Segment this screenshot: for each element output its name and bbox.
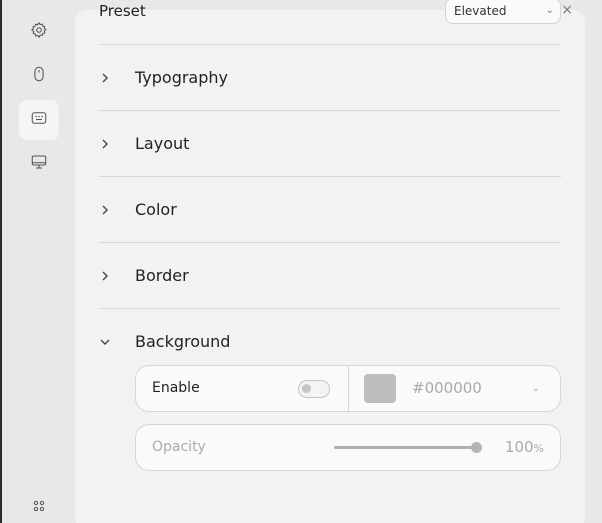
opacity-label: Opacity bbox=[152, 439, 206, 455]
chevron-right-icon bbox=[99, 111, 111, 177]
monitor-icon bbox=[30, 153, 48, 175]
sidebar-item-mouse[interactable] bbox=[19, 56, 59, 96]
opacity-value: 100% bbox=[504, 438, 544, 456]
section-typography[interactable]: Typography bbox=[99, 45, 561, 111]
chevron-down-icon[interactable]: ⌄ bbox=[532, 366, 540, 411]
background-enable-card: Enable #000000 ⌄ bbox=[135, 365, 561, 412]
section-title: Typography bbox=[135, 68, 228, 87]
opacity-slider[interactable] bbox=[334, 442, 482, 453]
chevron-right-icon bbox=[99, 45, 111, 111]
divider bbox=[348, 366, 349, 411]
section-color[interactable]: Color bbox=[99, 177, 561, 243]
preset-select[interactable]: Elevated ⌄ bbox=[445, 0, 561, 24]
preset-row: Preset Elevated ⌄ bbox=[99, 0, 561, 36]
chevron-down-icon bbox=[99, 309, 111, 375]
keyboard-caption-icon bbox=[30, 109, 48, 131]
chevron-right-icon bbox=[99, 243, 111, 309]
gear-icon bbox=[30, 21, 48, 43]
mouse-icon bbox=[30, 65, 48, 87]
background-opacity-card: Opacity 100% bbox=[135, 424, 561, 471]
opacity-slider-thumb[interactable] bbox=[471, 442, 482, 453]
sidebar bbox=[2, 0, 75, 523]
sidebar-item-display[interactable] bbox=[19, 144, 59, 184]
chevron-down-icon: ⌄ bbox=[545, 5, 554, 16]
opacity-slider-fill bbox=[334, 446, 482, 449]
color-swatch[interactable] bbox=[364, 374, 396, 403]
section-border[interactable]: Border bbox=[99, 243, 561, 309]
section-layout[interactable]: Layout bbox=[99, 111, 561, 177]
section-title: Border bbox=[135, 266, 189, 285]
section-title: Color bbox=[135, 200, 177, 219]
settings-panel: × Preset Elevated ⌄ Typography Layout Co… bbox=[75, 0, 585, 523]
enable-toggle[interactable] bbox=[298, 380, 330, 398]
preset-value: Elevated bbox=[454, 4, 507, 18]
close-icon[interactable]: × bbox=[561, 2, 573, 18]
chevron-right-icon bbox=[99, 177, 111, 243]
sidebar-apps-button[interactable] bbox=[19, 488, 59, 523]
enable-label: Enable bbox=[152, 380, 200, 396]
sidebar-item-keyboard[interactable] bbox=[19, 100, 59, 140]
sidebar-item-settings[interactable] bbox=[19, 12, 59, 52]
preset-label: Preset bbox=[99, 2, 146, 20]
grid-dots-icon bbox=[30, 497, 48, 519]
color-hex-value[interactable]: #000000 bbox=[412, 366, 482, 411]
section-title: Layout bbox=[135, 134, 190, 153]
toggle-knob bbox=[302, 384, 311, 393]
